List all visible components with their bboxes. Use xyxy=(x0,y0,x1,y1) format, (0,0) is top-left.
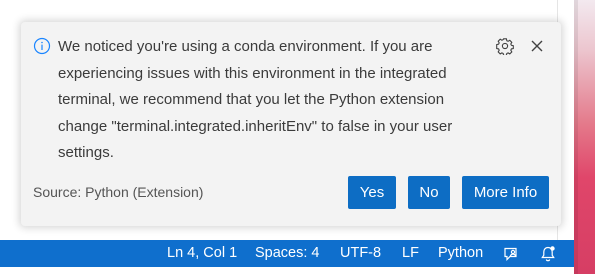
language-mode-selector[interactable]: Python xyxy=(438,240,483,267)
line-ending-selector[interactable]: LF xyxy=(402,240,419,267)
info-icon xyxy=(33,37,51,55)
editor-window: We noticed you're using a conda environm… xyxy=(0,0,574,274)
yes-button[interactable]: Yes xyxy=(348,176,396,209)
close-icon[interactable] xyxy=(526,35,548,57)
gear-icon[interactable] xyxy=(494,35,516,57)
notification-source: Source: Python (Extension) xyxy=(33,184,204,200)
feedback-icon[interactable] xyxy=(502,244,522,264)
window-shadow xyxy=(574,0,578,274)
encoding-selector[interactable]: UTF-8 xyxy=(340,240,381,267)
more-info-button[interactable]: More Info xyxy=(462,176,549,209)
notification-toast: We noticed you're using a conda environm… xyxy=(21,22,561,226)
cursor-position[interactable]: Ln 4, Col 1 xyxy=(167,240,237,267)
desktop-background xyxy=(574,0,595,274)
indentation-setting[interactable]: Spaces: 4 xyxy=(255,240,320,267)
bell-icon[interactable] xyxy=(538,244,558,264)
no-button[interactable]: No xyxy=(408,176,450,209)
status-bar: Ln 4, Col 1 Spaces: 4 UTF-8 LF Python xyxy=(0,240,574,267)
notification-message: We noticed you're using a conda environm… xyxy=(58,38,453,161)
